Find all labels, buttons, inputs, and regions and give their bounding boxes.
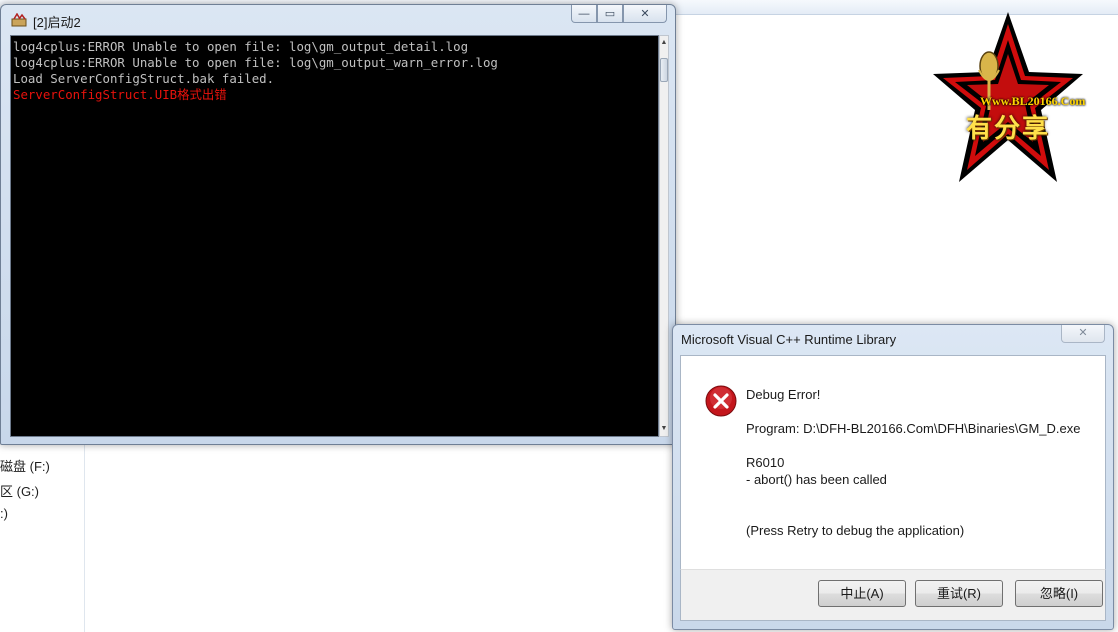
nav-item-label: 区 (G:) xyxy=(0,484,39,499)
error-x-icon xyxy=(705,385,737,417)
retry-hint: (Press Retry to debug the application) xyxy=(746,523,965,538)
nav-item-drive-g[interactable]: 区 (G:) xyxy=(0,481,39,500)
ignore-button[interactable]: 忽略(I) xyxy=(1015,580,1103,607)
error-heading: Debug Error! xyxy=(746,387,821,402)
close-icon: ✕ xyxy=(1078,327,1088,339)
scroll-down-icon[interactable]: ▼ xyxy=(660,422,668,436)
nav-item-drive-f[interactable]: 磁盘 (F:) xyxy=(0,456,50,475)
scroll-thumb[interactable] xyxy=(660,58,668,82)
console-app-icon xyxy=(11,13,27,27)
error-message: - abort() has been called xyxy=(746,472,887,487)
retry-button[interactable]: 重试(R) xyxy=(915,580,1003,607)
abort-button[interactable]: 中止(A) xyxy=(818,580,906,607)
runtime-error-dialog[interactable]: Microsoft Visual C++ Runtime Library ✕ D… xyxy=(672,324,1114,630)
restore-icon: ▭ xyxy=(604,8,616,20)
error-code: R6010 xyxy=(746,455,785,470)
minimize-icon: — xyxy=(578,7,590,20)
nav-item-label: 磁盘 (F:) xyxy=(0,459,50,474)
nav-item-label: :) xyxy=(0,506,8,521)
console-line: log4cplus:ERROR Unable to open file: log… xyxy=(13,39,469,54)
logo-url-text: Www.BL20166.Com xyxy=(980,94,1086,108)
logo-script-text: 有分享 xyxy=(966,114,1051,143)
dialog-close-button[interactable]: ✕ xyxy=(1061,325,1105,343)
dialog-content: Debug Error! Program: D:\DFH-BL20166.Com… xyxy=(680,355,1106,569)
console-window[interactable]: [2]启动2 — ▭ ✕ log4cplus:ERROR Unable to o… xyxy=(0,4,676,445)
close-icon: ✕ xyxy=(640,8,650,20)
console-lines: log4cplus:ERROR Unable to open file: log… xyxy=(13,39,498,103)
nav-item-drive[interactable]: :) xyxy=(0,506,8,521)
caption-buttons: — ▭ ✕ xyxy=(571,5,667,24)
restore-button[interactable]: ▭ xyxy=(597,5,623,23)
console-output[interactable]: log4cplus:ERROR Unable to open file: log… xyxy=(10,35,659,437)
program-path: Program: D:\DFH-BL20166.Com\DFH\Binaries… xyxy=(746,421,1081,436)
console-title: [2]启动2 xyxy=(33,15,81,30)
console-scrollbar[interactable]: ▲ ▼ xyxy=(659,35,669,437)
console-line: log4cplus:ERROR Unable to open file: log… xyxy=(13,55,498,70)
console-error-line: ServerConfigStruct.UIB格式出错 xyxy=(13,87,227,102)
minimize-button[interactable]: — xyxy=(571,5,597,23)
dialog-button-bar: 中止(A) 重试(R) 忽略(I) xyxy=(680,569,1106,621)
console-line: Load ServerConfigStruct.bak failed. xyxy=(13,71,275,86)
dialog-title: Microsoft Visual C++ Runtime Library xyxy=(681,332,897,347)
close-button[interactable]: ✕ xyxy=(623,5,667,23)
scroll-up-icon[interactable]: ▲ xyxy=(660,36,668,50)
